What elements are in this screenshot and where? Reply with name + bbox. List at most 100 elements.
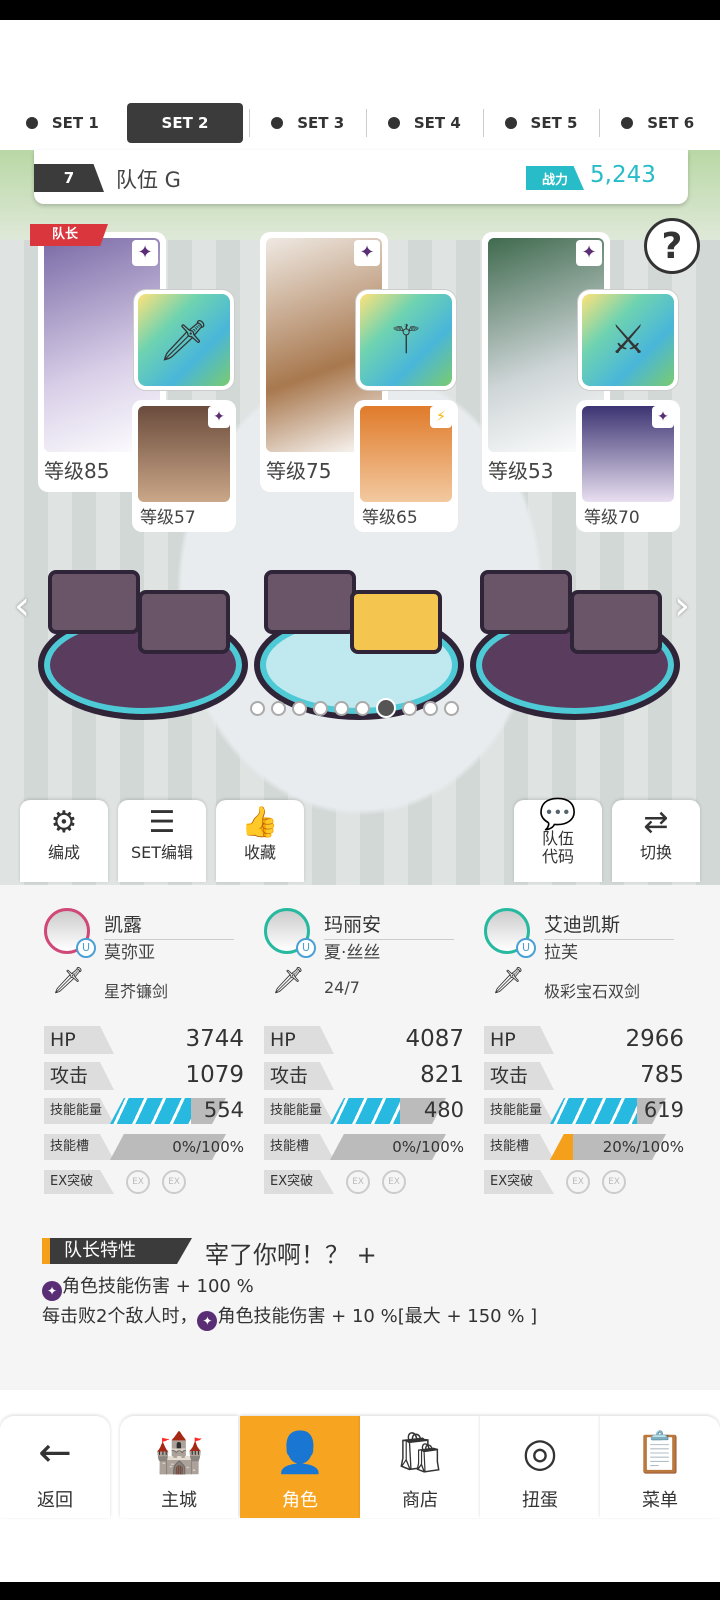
platform-1 [38,520,248,720]
hp-stat: HP 3744 [44,1026,244,1054]
element-star-icon: ✦ [354,240,380,266]
leader-tag: 队长 [30,224,108,246]
tab-set-1[interactable]: SET 1 [4,103,121,143]
page-dot[interactable] [250,700,265,716]
weapon-icon: 🗡 [52,966,86,996]
formation-button[interactable]: ⚙ 编成 [20,800,108,882]
bottom-nav: ← 返回 🏰 主城 👤 角色 🛍 商店 ◎ 扭蛋 📋 菜单 [0,1416,720,1518]
nav-label: 扭蛋 [522,1490,558,1511]
stat-label: EX突破 [264,1170,334,1194]
trait-line-1: ✦ 角色技能伤害 + 100 % [42,1272,254,1301]
tab-label: SET 2 [161,114,209,132]
button-label: 收藏 [243,843,276,862]
team-code-button[interactable]: 💬 队伍 代码 [514,800,602,882]
stat-label: HP [484,1026,554,1054]
button-label: 切换 [639,843,672,862]
swap-button[interactable]: ⇄ 切换 [612,800,700,882]
atk-stat: 攻击 1079 [44,1062,244,1090]
element-star-icon: ✦ [652,406,674,428]
element-star-icon: ✦ [197,1311,218,1331]
weapon-name: 极彩宝石双剑 [544,982,641,1001]
page-dot-active[interactable] [376,698,396,718]
stat-label: 技能槽 [484,1134,554,1160]
support-card-1[interactable]: ✦ 等级57 [132,400,236,532]
swap-icon: ⇄ [643,805,669,840]
stat-value: 2966 [625,1026,684,1052]
status-bar [0,0,720,20]
chevron-left-icon[interactable]: ‹ [14,583,30,629]
badge-icon: U [516,938,536,958]
element-star-icon: ✦ [42,1281,62,1301]
tab-set-4[interactable]: SET 4 [366,103,483,143]
chevron-right-icon[interactable]: › [674,583,690,629]
page-dot[interactable] [423,700,438,716]
stat-label: 攻击 [264,1062,334,1090]
stat-label: 攻击 [484,1062,554,1090]
stat-value: 785 [640,1062,684,1088]
nav-shop[interactable]: 🛍 商店 [360,1416,480,1518]
ex-slot: EX [126,1170,150,1194]
nav-label: 菜单 [642,1490,678,1511]
badge-icon: U [296,938,316,958]
page-dot[interactable] [313,700,328,716]
tab-set-2[interactable]: SET 2 [126,103,244,143]
tab-dot [621,117,634,129]
support-card-3[interactable]: ✦ 等级70 [576,400,680,532]
pedestal [264,570,356,634]
stat-value: 0%/100% [172,1138,244,1156]
platform-3 [470,520,680,720]
bar-fill [550,1134,574,1160]
page-dot[interactable] [402,700,417,716]
support-name: 拉芙 [544,943,578,963]
energy-bar: 技能能量 554 [44,1098,244,1124]
energy-bar: 技能能量 619 [484,1098,684,1124]
page-dot[interactable] [292,700,307,716]
pedestal [480,570,572,634]
page-dot[interactable] [355,700,370,716]
lightning-icon: ⚡ [430,406,452,428]
stat-label: HP [264,1026,334,1054]
page-dot[interactable] [444,700,459,716]
page-dot[interactable] [271,700,286,716]
stat-label: HP [44,1026,114,1054]
nav-gacha[interactable]: ◎ 扭蛋 [480,1416,600,1518]
stat-value: 3744 [185,1026,244,1052]
power-label: 战力 [526,166,584,190]
shop-icon: 🛍 [394,1430,446,1476]
dual-swords-icon[interactable]: ⚔ [578,290,678,390]
set-edit-button[interactable]: ☰ SET编辑 [118,800,206,882]
hero-name: 玛丽安 [324,910,454,940]
leader-trait-label: 队长特性 [42,1238,192,1264]
nav-label: 主城 [161,1490,197,1511]
page-dot[interactable] [334,700,349,716]
stat-label: 技能能量 [264,1098,334,1124]
weapon-icon: 🗡 [272,966,306,996]
list-icon: ☰ [148,805,176,840]
element-star-icon: ✦ [576,240,602,266]
chat-icon: 💬 [539,797,577,832]
back-arrow-icon: ← [38,1430,72,1476]
platform-2 [254,520,464,720]
favorite-button[interactable]: 👍 收藏 [216,800,304,882]
tab-dot [25,117,38,129]
staff-icon[interactable]: ⚚ [356,290,456,390]
nav-town[interactable]: 🏰 主城 [120,1416,238,1518]
set-tabs: SET 1 SET 2 SET 3 SET 4 SET 5 SET 6 [0,100,720,146]
ex-breakthrough: EX突破 EX EX [484,1170,684,1194]
system-nav-bar [0,1582,720,1600]
team-name[interactable]: 队伍 G [116,164,181,194]
sword-icon[interactable]: 🗡 [134,290,234,390]
support-card-2[interactable]: ⚡ 等级65 [354,400,458,532]
nav-character[interactable]: 👤 角色 [240,1416,360,1518]
badge-icon: U [76,938,96,958]
tab-set-6[interactable]: SET 6 [599,103,716,143]
button-label: SET编辑 [130,843,194,862]
pedestal [48,570,140,634]
tab-set-5[interactable]: SET 5 [482,103,600,143]
nav-back[interactable]: ← 返回 [0,1416,110,1518]
help-button[interactable]: ? [644,218,700,274]
bar-fill [550,1098,637,1124]
tab-set-3[interactable]: SET 3 [249,103,366,143]
nav-menu[interactable]: 📋 菜单 [600,1416,720,1518]
page-indicator [250,698,470,718]
